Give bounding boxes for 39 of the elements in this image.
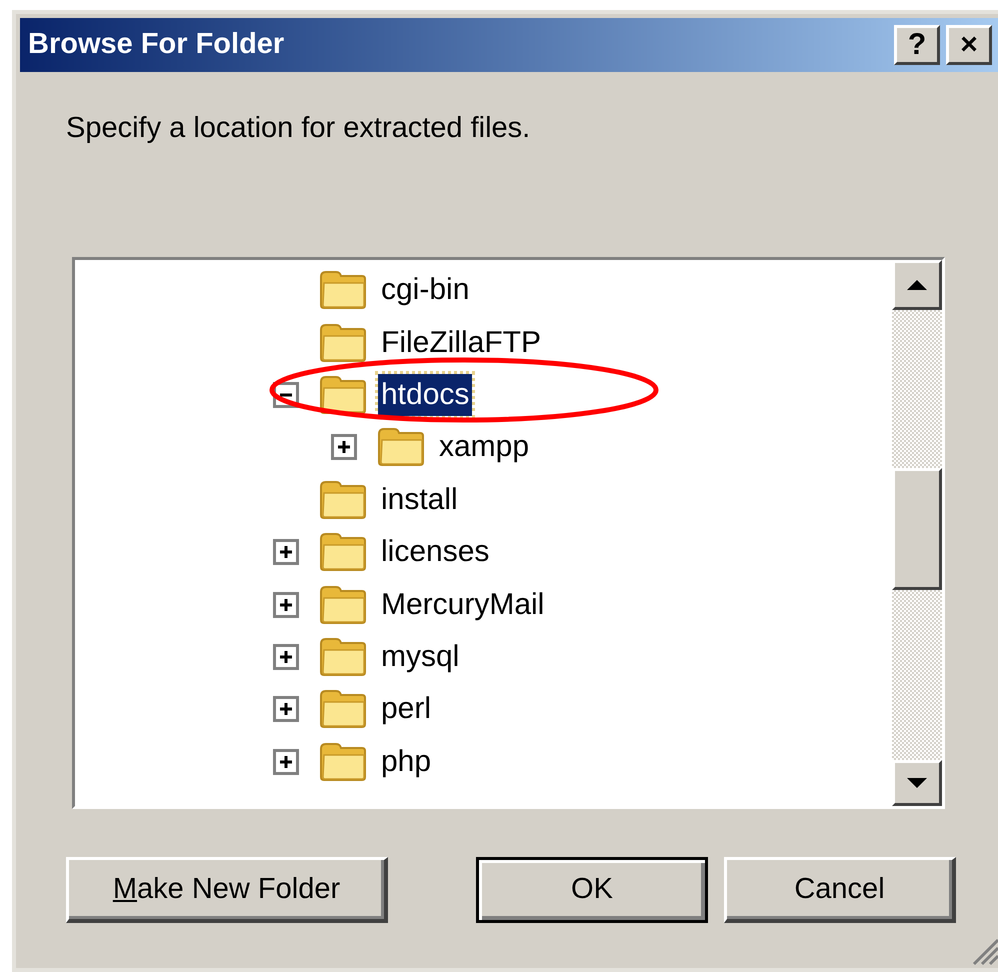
folder-label[interactable]: xampp bbox=[436, 426, 532, 468]
scroll-down-button[interactable] bbox=[892, 760, 942, 806]
expand-icon[interactable] bbox=[273, 592, 299, 618]
folder-label[interactable]: cgi-bin bbox=[378, 269, 472, 312]
scroll-thumb[interactable] bbox=[892, 468, 942, 590]
folder-icon bbox=[318, 636, 368, 678]
up-arrow-icon bbox=[907, 280, 927, 290]
folder-label[interactable]: php bbox=[378, 740, 434, 783]
folder-label[interactable]: FileZillaFTP bbox=[378, 322, 544, 364]
folder-label[interactable]: install bbox=[378, 478, 461, 521]
folder-icon bbox=[318, 584, 368, 626]
expand-icon[interactable] bbox=[331, 434, 357, 460]
expand-icon[interactable] bbox=[273, 748, 299, 775]
expand-icon[interactable] bbox=[273, 644, 299, 670]
dialog-button[interactable]: Make New Folder bbox=[66, 857, 388, 923]
expand-icon[interactable] bbox=[273, 696, 299, 722]
folder-icon bbox=[376, 426, 426, 468]
folder-icon bbox=[318, 322, 368, 364]
folder-icon bbox=[318, 374, 368, 416]
folder-icon bbox=[318, 740, 368, 783]
dialog-button[interactable]: Cancel bbox=[724, 857, 956, 923]
scrollbar[interactable] bbox=[892, 260, 942, 806]
folder-icon bbox=[318, 269, 368, 312]
folder-icon bbox=[318, 478, 368, 521]
prompt-text: Specify a location for extracted files. bbox=[66, 114, 532, 143]
folder-label[interactable]: mysql bbox=[378, 636, 462, 678]
expand-icon[interactable] bbox=[273, 539, 299, 566]
folder-icon bbox=[318, 688, 368, 730]
down-arrow-icon bbox=[907, 778, 927, 788]
close-button[interactable]: × bbox=[946, 25, 992, 65]
dialog-button[interactable]: OK bbox=[476, 857, 708, 923]
folder-label[interactable]: licenses bbox=[378, 531, 492, 574]
folder-icon bbox=[318, 531, 368, 574]
folder-label[interactable]: MercuryMail bbox=[378, 584, 548, 626]
help-button[interactable]: ? bbox=[894, 25, 940, 65]
scroll-up-button[interactable] bbox=[892, 260, 942, 310]
folder-label[interactable]: perl bbox=[378, 688, 434, 730]
window-title: Browse For Folder bbox=[28, 27, 286, 62]
folder-label[interactable]: htdocs bbox=[378, 374, 472, 416]
